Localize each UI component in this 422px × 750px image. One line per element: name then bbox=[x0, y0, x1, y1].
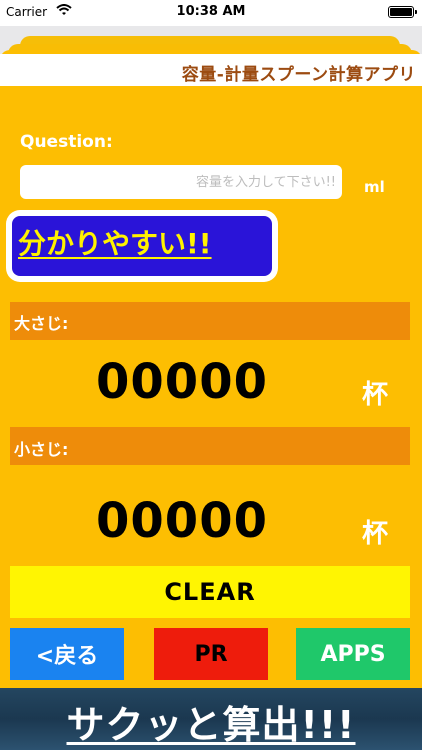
teaspoon-section bbox=[10, 427, 410, 465]
pr-button[interactable]: PR bbox=[154, 628, 268, 680]
apps-button[interactable]: APPS bbox=[296, 628, 410, 680]
status-time: 10:38 AM bbox=[176, 4, 246, 19]
status-bar: Carrier 10:38 AM bbox=[0, 0, 422, 26]
tablespoon-label: 大さじ: bbox=[14, 314, 69, 333]
app-title: 容量-計量スプーン計算アプリ bbox=[181, 65, 416, 85]
volume-input[interactable] bbox=[20, 165, 342, 199]
teaspoon-label: 小さじ: bbox=[14, 440, 69, 459]
banner-text: サクッと算出!!! bbox=[66, 703, 356, 747]
question-label: Question: bbox=[20, 132, 113, 152]
teaspoon-value: 00000 bbox=[96, 493, 268, 549]
clear-button[interactable]: CLEAR bbox=[10, 566, 410, 618]
tablespoon-unit: 杯 bbox=[362, 380, 389, 410]
title-bar: 容量-計量スプーン計算アプリ bbox=[0, 54, 422, 86]
promo-text: 分かりやすい!! bbox=[18, 227, 212, 260]
tablespoon-section bbox=[10, 302, 410, 340]
teaspoon-unit: 杯 bbox=[362, 519, 389, 549]
tablespoon-value: 00000 bbox=[96, 354, 268, 410]
battery-icon bbox=[388, 6, 417, 18]
ml-unit-label: ml bbox=[364, 178, 385, 196]
back-button[interactable]: <戻る bbox=[10, 628, 124, 680]
